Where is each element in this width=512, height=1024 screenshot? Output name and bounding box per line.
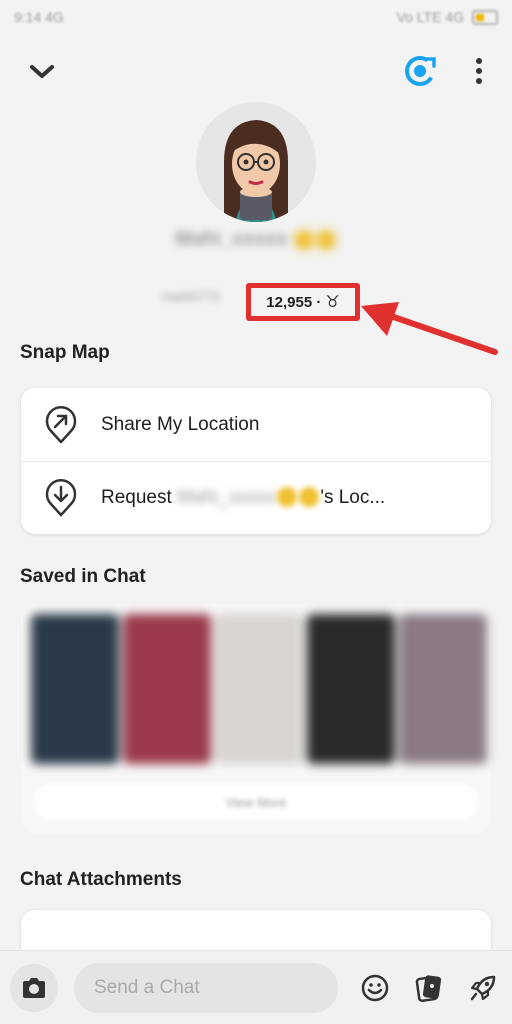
chat-attachments-title: Chat Attachments	[20, 869, 182, 890]
saved-thumbnail[interactable]	[31, 614, 119, 764]
annotation-arrow-icon	[361, 302, 498, 355]
snap-map-title: Snap Map	[20, 342, 110, 363]
camera-button[interactable]	[10, 964, 58, 1012]
bitmoji-image	[196, 102, 316, 222]
request-location-icon	[45, 478, 77, 516]
chevron-down-icon	[30, 65, 54, 78]
more-options-button[interactable]	[462, 50, 496, 92]
saved-thumbnail[interactable]	[399, 614, 487, 764]
display-name: Mahi_xxxxx	[0, 228, 512, 251]
more-vertical-icon	[476, 58, 482, 84]
battery-icon	[472, 9, 498, 25]
saved-thumbnail[interactable]	[215, 614, 303, 764]
request-location-label: Request Mahi_xxxxx's Loc...	[101, 486, 386, 508]
send-chat-input[interactable]	[74, 963, 338, 1013]
profile-page: 9:14 4G Vo LTE 4G Mahi_xxxxx mahi0773 12…	[0, 0, 512, 1024]
story-ring-icon	[405, 56, 436, 86]
snap-map-card: Share My Location Request Mahi_xxxxx's L…	[21, 388, 491, 534]
view-more-button[interactable]: View More	[33, 784, 479, 820]
games-button[interactable]	[466, 971, 500, 1005]
username: mahi0773	[162, 289, 220, 304]
share-location-label: Share My Location	[101, 413, 260, 435]
saved-thumbnail[interactable]	[307, 614, 395, 764]
emoji-icon	[299, 487, 320, 508]
snap-score: 12,955 ·	[266, 293, 322, 311]
chat-bottom-bar	[0, 950, 512, 1024]
saved-in-chat-title: Saved in Chat	[20, 566, 146, 587]
status-bar: 9:14 4G Vo LTE 4G	[0, 0, 512, 34]
camera-icon	[23, 978, 45, 998]
share-location-icon	[45, 405, 77, 443]
share-location-row[interactable]: Share My Location	[21, 388, 491, 461]
emoji-icon	[361, 974, 389, 1002]
status-left: 9:14 4G	[14, 9, 64, 25]
emoji-icon	[293, 229, 314, 250]
sticker-icon	[415, 975, 442, 1003]
saved-thumbnails	[31, 614, 487, 764]
saved-thumbnail[interactable]	[123, 614, 211, 764]
add-story-button[interactable]	[400, 50, 442, 92]
saved-in-chat-card: View More	[21, 604, 491, 834]
emoji-icon	[315, 229, 336, 250]
status-right: Vo LTE 4G	[396, 9, 464, 25]
emoji-button[interactable]	[358, 971, 392, 1005]
bitmoji-avatar[interactable]	[196, 102, 316, 222]
emoji-icon	[277, 487, 298, 508]
snap-score-highlight[interactable]: 12,955 · ♉	[246, 283, 360, 321]
back-button[interactable]	[24, 54, 60, 90]
sticker-button[interactable]	[412, 971, 446, 1005]
request-location-row[interactable]: Request Mahi_xxxxx's Loc...	[21, 461, 491, 534]
rocket-icon	[470, 975, 496, 1001]
zodiac-icon: ♉	[325, 294, 340, 311]
